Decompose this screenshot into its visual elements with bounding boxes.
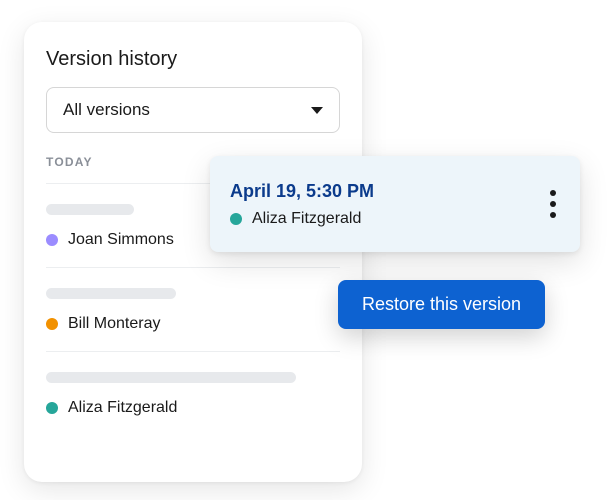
- author-name: Bill Monteray: [68, 315, 160, 333]
- restore-version-button[interactable]: Restore this version: [338, 280, 545, 329]
- author-line: Bill Monteray: [46, 315, 340, 333]
- selected-version-author-line: Aliza Fitzgerald: [230, 210, 560, 228]
- author-dot-icon: [46, 234, 58, 246]
- version-item[interactable]: Bill Monteray: [46, 267, 340, 351]
- author-name: Aliza Fitzgerald: [68, 399, 177, 417]
- selected-version-timestamp: April 19, 5:30 PM: [230, 181, 560, 202]
- author-dot-icon: [46, 318, 58, 330]
- timestamp-placeholder: [46, 372, 296, 383]
- kebab-dot-icon: [550, 201, 556, 207]
- author-dot-icon: [230, 213, 242, 225]
- panel-title: Version history: [46, 48, 340, 71]
- version-item[interactable]: Aliza Fitzgerald: [46, 351, 340, 435]
- kebab-dot-icon: [550, 190, 556, 196]
- author-dot-icon: [46, 402, 58, 414]
- author-name: Joan Simmons: [68, 231, 174, 249]
- version-history-panel: Version history All versions TODAY Joan …: [24, 22, 362, 482]
- chevron-down-icon: [311, 107, 323, 114]
- kebab-dot-icon: [550, 212, 556, 218]
- dropdown-selected-label: All versions: [63, 100, 150, 120]
- version-filter-dropdown[interactable]: All versions: [46, 87, 340, 133]
- selected-version-card[interactable]: April 19, 5:30 PM Aliza Fitzgerald: [210, 156, 580, 252]
- selected-version-author: Aliza Fitzgerald: [252, 210, 361, 228]
- timestamp-placeholder: [46, 204, 134, 215]
- author-line: Aliza Fitzgerald: [46, 399, 340, 417]
- timestamp-placeholder: [46, 288, 176, 299]
- more-options-button[interactable]: [546, 186, 560, 222]
